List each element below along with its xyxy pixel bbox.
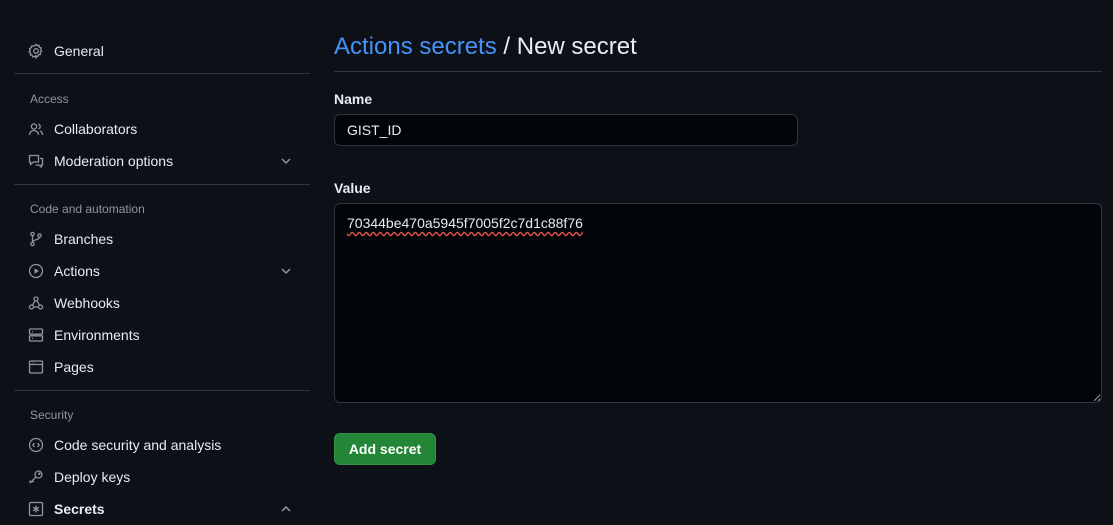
sidebar-item-label: Branches: [54, 231, 114, 247]
sidebar-divider: [14, 184, 310, 185]
sidebar-divider: [14, 73, 310, 74]
sidebar-item-label: Collaborators: [54, 121, 138, 137]
webhook-icon: [28, 295, 44, 311]
name-label: Name: [334, 91, 373, 107]
sidebar-item-label: General: [54, 43, 104, 59]
sidebar-divider: [14, 390, 310, 391]
sidebar-item-label: Actions: [54, 263, 100, 279]
sidebar-item-label: Environments: [54, 327, 140, 343]
main-content: Actions secrets / New secret Name Value …: [334, 0, 1102, 524]
section-heading-security: Security: [30, 408, 74, 422]
chevron-down-icon[interactable]: [278, 263, 294, 279]
sidebar-item-deploy-keys[interactable]: Deploy keys: [14, 461, 310, 493]
sidebar-item-label: Code security and analysis: [54, 437, 222, 453]
browser-icon: [28, 359, 44, 375]
secret-name-input[interactable]: [334, 114, 798, 146]
sidebar-item-secrets[interactable]: Secrets: [14, 493, 310, 525]
people-icon: [28, 121, 44, 137]
settings-sidebar: General Access Collaborators Moderation …: [14, 0, 310, 524]
sidebar-item-label: Pages: [54, 359, 94, 375]
breadcrumb-actions-secrets-link[interactable]: Actions secrets: [334, 33, 497, 60]
sidebar-item-moderation-options[interactable]: Moderation options: [14, 145, 310, 177]
key-icon: [28, 469, 44, 485]
git-branch-icon: [28, 231, 44, 247]
section-heading-access: Access: [30, 92, 69, 106]
sidebar-item-code-security[interactable]: Code security and analysis: [14, 429, 310, 461]
sidebar-item-label: Moderation options: [54, 153, 174, 169]
sidebar-item-general[interactable]: General: [14, 35, 310, 67]
breadcrumb-separator: /: [503, 33, 511, 60]
sidebar-item-pages[interactable]: Pages: [14, 351, 310, 383]
sidebar-item-label: Secrets: [54, 501, 105, 517]
value-label: Value: [334, 180, 371, 196]
chevron-down-icon[interactable]: [278, 153, 294, 169]
page-title: Actions secrets / New secret: [334, 33, 637, 61]
server-icon: [28, 327, 44, 343]
gear-icon: [28, 43, 44, 59]
sidebar-item-actions[interactable]: Actions: [14, 255, 310, 287]
add-secret-button[interactable]: Add secret: [334, 433, 436, 465]
title-divider: [334, 71, 1102, 72]
sidebar-item-webhooks[interactable]: Webhooks: [14, 287, 310, 319]
secret-value-textarea[interactable]: 70344be470a5945f7005f2c7d1c88f76: [334, 203, 1102, 403]
sidebar-item-label: Deploy keys: [54, 469, 131, 485]
report-icon: [28, 153, 44, 169]
chevron-up-icon[interactable]: [278, 501, 294, 517]
sidebar-item-branches[interactable]: Branches: [14, 223, 310, 255]
sidebar-item-environments[interactable]: Environments: [14, 319, 310, 351]
sidebar-item-collaborators[interactable]: Collaborators: [14, 113, 310, 145]
sidebar-item-label: Webhooks: [54, 295, 120, 311]
asterisk-icon: [28, 501, 44, 517]
breadcrumb-current: New secret: [516, 33, 637, 60]
play-icon: [28, 263, 44, 279]
codescan-icon: [28, 437, 44, 453]
section-heading-code-automation: Code and automation: [30, 202, 145, 216]
